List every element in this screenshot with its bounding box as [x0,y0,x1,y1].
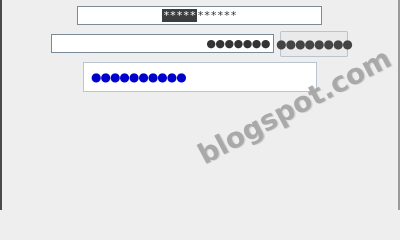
selected-text: ***** [162,9,198,22]
password-field-blue-dots[interactable]: ●●●●●●●●●● [83,62,317,92]
masked-text: ●●●●●●● [206,37,270,50]
password-field-default[interactable]: ***** ****** [77,6,322,25]
password-field-dots[interactable]: ●●●●●●● [51,34,274,53]
watermark: blogspot.com [192,41,397,172]
masked-text: ****** [197,9,237,22]
window-frame-left [0,0,2,210]
masked-text: ●●●●●●●●●● [91,70,187,84]
masked-button[interactable]: ●●●●●●●● [276,31,353,57]
button-label: ●●●●●●●● [276,37,353,51]
